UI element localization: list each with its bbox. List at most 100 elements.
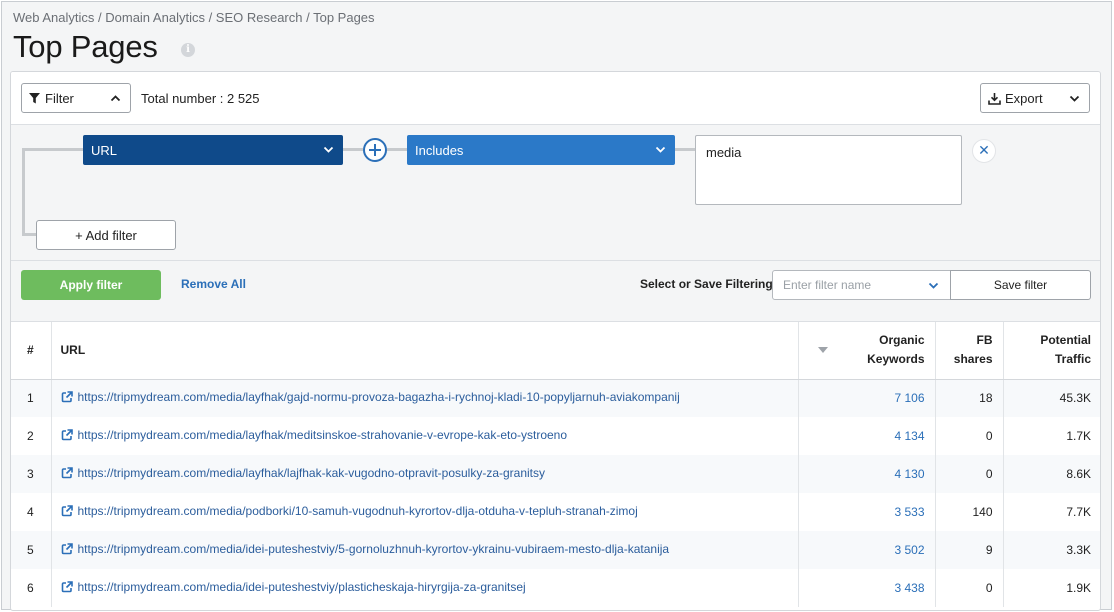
row-number: 5 (11, 531, 52, 569)
page-url-link[interactable]: https://tripmydream.com/media/layfhak/ga… (61, 390, 680, 404)
col-header-num: # (11, 322, 52, 380)
operator-select-value: Includes (415, 142, 464, 158)
external-link-icon (61, 543, 73, 555)
organic-keywords-cell[interactable]: 7 106 (798, 379, 936, 417)
page-url-text: https://tripmydream.com/media/idei-putes… (77, 580, 526, 594)
clear-filter-close-icon[interactable]: ✕ (972, 139, 996, 163)
potential-traffic-cell: 1.9K (1066, 581, 1091, 595)
table-row: 1 https://tripmydream.com/media/layfhak/g… (11, 379, 1100, 417)
potential-traffic-cell: 7.7K (1066, 505, 1091, 519)
fb-shares-cell: 140 (935, 493, 1004, 531)
page-title: Top Pages (13, 29, 158, 64)
url-cell: https://tripmydream.com/media/podborki/1… (51, 493, 799, 531)
page-url-link[interactable]: https://tripmydream.com/media/idei-putes… (61, 542, 670, 556)
filter-value-input[interactable]: media (695, 135, 962, 205)
external-link-icon (61, 581, 73, 593)
page-url-text: https://tripmydream.com/media/layfhak/ga… (77, 390, 680, 405)
page-url-link[interactable]: https://tripmydream.com/media/layfhak/me… (61, 428, 568, 442)
organic-keywords-cell[interactable]: 3 533 (798, 493, 936, 531)
filter-toggle-label: Filter (45, 90, 74, 106)
external-link-icon (61, 391, 73, 403)
report-card: Filter Total number : 2 525 Export URL I… (10, 71, 1101, 611)
total-number: Total number : 2 525 (141, 91, 260, 106)
row-number: 4 (11, 493, 52, 531)
table-row: 3 https://tripmydream.com/media/layfhak/l… (11, 455, 1100, 493)
page-url-text: https://tripmydream.com/media/layfhak/la… (77, 466, 546, 480)
apply-filter-button[interactable]: Apply filter (21, 270, 161, 300)
fb-shares-cell: 9 (935, 531, 1004, 569)
field-select[interactable]: URL (83, 135, 343, 165)
external-link-icon (61, 505, 73, 517)
fb-shares-cell: 18 (935, 379, 1004, 417)
field-select-value: URL (91, 142, 118, 158)
potential-traffic-cell: 3.3K (1003, 531, 1100, 569)
download-icon (988, 92, 1001, 105)
organic-keywords-cell[interactable]: 4 130 (798, 455, 936, 493)
col-header-organic-keywords[interactable]: Organic Keywords (798, 322, 936, 380)
sort-desc-icon[interactable] (817, 347, 828, 353)
url-cell: https://tripmydream.com/media/layfhak/me… (51, 417, 799, 455)
page-url-link[interactable]: https://tripmydream.com/media/idei-putes… (61, 580, 526, 594)
add-condition-plus-icon[interactable] (363, 138, 387, 162)
page-url-text: https://tripmydream.com/media/layfhak/me… (77, 428, 568, 442)
fb-shares-cell: 0 (935, 569, 1004, 607)
filter-toggle-button[interactable]: Filter (21, 83, 131, 113)
col-header-fb-shares[interactable]: FB shares (935, 322, 1004, 380)
potential-traffic-cell: 45.3K (1003, 379, 1100, 417)
organic-keywords-cell[interactable]: 3 502 (798, 531, 936, 569)
fb-shares-cell: 0 (935, 455, 1004, 493)
row-number: 2 (11, 417, 52, 455)
potential-traffic-cell: 8.6K (1003, 455, 1100, 493)
funnel-icon (29, 92, 40, 103)
external-link-icon (61, 429, 73, 441)
table-row: 5 https://tripmydream.com/media/idei-pute… (11, 531, 1100, 569)
url-cell: https://tripmydream.com/media/layfhak/la… (51, 455, 799, 493)
save-filter-button[interactable]: Save filter (950, 270, 1091, 300)
chevron-up-icon (110, 95, 121, 102)
col-header-organic-line1: Organic (879, 333, 925, 348)
add-filter-button[interactable]: + Add filter (36, 220, 176, 250)
page-url-link[interactable]: https://tripmydream.com/media/podborki/1… (61, 504, 638, 518)
potential-traffic-cell: 1.7K (1066, 429, 1091, 443)
table-row: 4 https://tripmydream.com/media/podborki/… (11, 493, 1100, 531)
page-url-text: https://tripmydream.com/media/idei-putes… (77, 542, 670, 556)
filter-builder: URL Includes media ✕ + Add filter (11, 125, 1100, 261)
operator-select[interactable]: Includes (407, 135, 675, 165)
col-header-organic-line2: Keywords (867, 352, 925, 367)
chevron-down-icon (655, 146, 666, 153)
chevron-down-icon (323, 146, 334, 153)
info-icon[interactable]: i (181, 43, 195, 57)
page-url-link[interactable]: https://tripmydream.com/media/layfhak/la… (61, 466, 546, 480)
row-number: 1 (11, 379, 52, 417)
filter-name-input[interactable] (772, 270, 951, 300)
tree-connector (22, 148, 84, 151)
col-header-url[interactable]: URL (51, 322, 799, 380)
col-header-fb-line1: FB (976, 333, 993, 348)
url-cell: https://tripmydream.com/media/layfhak/ga… (51, 379, 799, 417)
url-cell: https://tripmydream.com/media/idei-putes… (51, 531, 799, 569)
export-label: Export (1005, 90, 1043, 106)
row-connector (675, 148, 695, 151)
table-row: 2 https://tripmydream.com/media/layfhak/m… (11, 417, 1100, 455)
organic-keywords-cell[interactable]: 3 438 (798, 569, 936, 607)
row-number: 3 (11, 455, 52, 493)
table-row: 6 https://tripmydream.com/media/idei-pute… (11, 569, 1100, 607)
row-number: 6 (11, 569, 52, 607)
breadcrumb: Web Analytics / Domain Analytics / SEO R… (13, 10, 375, 25)
chevron-down-icon[interactable] (928, 280, 939, 291)
organic-keywords-cell[interactable]: 4 134 (798, 417, 936, 455)
select-save-label: Select or Save Filtering: (640, 277, 777, 291)
url-cell: https://tripmydream.com/media/idei-putes… (51, 569, 799, 607)
remove-all-link[interactable]: Remove All (181, 277, 246, 291)
page-url-text: https://tripmydream.com/media/podborki/1… (77, 504, 638, 518)
row-connector (343, 148, 363, 151)
row-connector (387, 148, 407, 151)
col-header-traffic-line1: Potential (1040, 333, 1091, 348)
tree-connector (22, 149, 25, 236)
filter-actions: Apply filter Remove All Select or Save F… (11, 261, 1100, 322)
col-header-traffic-line2: Traffic (1054, 352, 1091, 367)
external-link-icon (61, 467, 73, 479)
export-button[interactable]: Export (980, 83, 1090, 113)
col-header-potential-traffic[interactable]: Potential Traffic (1003, 322, 1100, 380)
toolbar: Filter Total number : 2 525 Export (11, 72, 1100, 125)
